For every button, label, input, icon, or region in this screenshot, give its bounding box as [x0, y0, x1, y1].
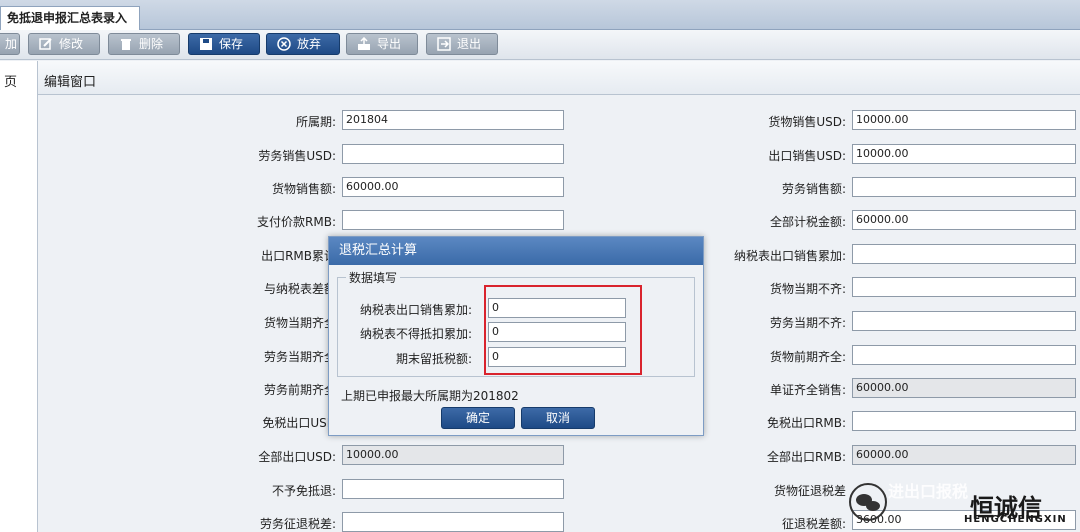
- field-label: 全部计税金额:: [769, 215, 846, 229]
- field-label: 劳务前期齐全: [263, 383, 336, 397]
- delete-button-label: 删除: [139, 37, 164, 51]
- goods-current-incomplete-input[interactable]: [852, 277, 1076, 297]
- goods-prior-complete-input[interactable]: [852, 345, 1076, 365]
- total-export-rmb-input[interactable]: 60000.00: [852, 445, 1076, 465]
- total-taxable-input[interactable]: 60000.00: [852, 210, 1076, 230]
- left-panel: 页: [0, 61, 38, 532]
- save-icon: [199, 37, 213, 51]
- cancel-circle-icon: [277, 37, 291, 51]
- dialog-field-label: 纳税表出口销售累加:: [359, 303, 472, 317]
- export-icon: [357, 36, 371, 51]
- non-exempt-input[interactable]: [342, 479, 564, 499]
- field-label: 货物销售USD:: [768, 115, 846, 129]
- tax-form-export-sum-dialog-input[interactable]: 0: [488, 298, 626, 318]
- exempt-export-rmb-input[interactable]: [852, 411, 1076, 431]
- field-label: 劳务征退税差:: [259, 517, 336, 531]
- exit-button[interactable]: 退出: [426, 33, 498, 55]
- field-label: 劳务当期齐全: [263, 350, 336, 364]
- export-button[interactable]: 导出: [346, 33, 418, 55]
- field-label: 全部出口USD:: [258, 450, 336, 464]
- field-label: 与纳税表差额: [263, 282, 336, 296]
- field-label: 劳务当期不齐:: [769, 316, 846, 330]
- field-label: 货物当期不齐:: [769, 282, 846, 296]
- service-tax-diff-input[interactable]: [342, 512, 564, 532]
- data-entry-fieldset: 数据填写 纳税表出口销售累加: 0 纳税表不得抵扣累加: 0 期末留抵税额: 0: [337, 269, 695, 377]
- wechat-logo-icon: [849, 483, 887, 521]
- field-label: 货物当期齐全: [263, 316, 336, 330]
- field-label: 征退税差额:: [781, 517, 846, 531]
- non-deductible-sum-input[interactable]: 0: [488, 322, 626, 342]
- save-button-label: 保存: [219, 37, 244, 51]
- watermark-brand-en: HENGCHENGXIN: [964, 514, 1067, 525]
- export-button-label: 导出: [377, 37, 402, 51]
- field-label: 货物征退税差: [773, 484, 846, 498]
- discard-button[interactable]: 放弃: [266, 33, 340, 55]
- edit-window-header: 编辑窗口: [38, 61, 1080, 95]
- left-panel-label: 页: [4, 75, 18, 90]
- field-label: 不予免抵退:: [271, 484, 336, 498]
- fieldset-legend: 数据填写: [346, 269, 401, 286]
- add-button-label: 加: [5, 37, 18, 51]
- field-label: 劳务销售额:: [781, 182, 846, 196]
- edit-button-label: 修改: [59, 37, 84, 51]
- watermark: 进出口报税 恒诚信 HENGCHENGXIN: [840, 472, 1080, 532]
- add-button[interactable]: 加: [0, 33, 20, 55]
- docs-complete-sales-input[interactable]: 60000.00: [852, 378, 1076, 398]
- tax-form-export-sum-input[interactable]: [852, 244, 1076, 264]
- last-period-note: 上期已申报最大所属期为201802: [341, 389, 519, 403]
- field-label: 免税出口USD: [262, 416, 336, 430]
- edit-button[interactable]: 修改: [28, 33, 100, 55]
- cancel-button[interactable]: 取消: [521, 407, 595, 429]
- exit-icon: [437, 37, 451, 51]
- trash-icon: [119, 37, 133, 51]
- service-sales-amount-input[interactable]: [852, 177, 1076, 197]
- delete-button[interactable]: 删除: [108, 33, 180, 55]
- goods-sales-usd-input[interactable]: 10000.00: [852, 110, 1076, 130]
- field-label: 全部出口RMB:: [767, 450, 846, 464]
- field-label: 货物销售额:: [271, 182, 336, 196]
- refund-summary-dialog: 退税汇总计算 数据填写 纳税表出口销售累加: 0 纳税表不得抵扣累加: 0 期末…: [328, 236, 704, 436]
- field-label: 免税出口RMB:: [767, 416, 846, 430]
- watermark-text: 进出口报税: [888, 482, 969, 501]
- goods-sales-amount-input[interactable]: 60000.00: [342, 177, 564, 197]
- field-label: 单证齐全销售:: [769, 383, 846, 397]
- period-input[interactable]: 201804: [342, 110, 564, 130]
- service-current-incomplete-input[interactable]: [852, 311, 1076, 331]
- exit-button-label: 退出: [457, 37, 482, 51]
- field-label: 出口销售USD:: [768, 149, 846, 163]
- field-label: 纳税表出口销售累加:: [733, 249, 846, 263]
- save-button[interactable]: 保存: [188, 33, 260, 55]
- field-label: 支付价款RMB:: [257, 215, 336, 229]
- tab-strip: 免抵退申报汇总表录入: [0, 0, 1080, 30]
- service-sales-usd-input[interactable]: [342, 144, 564, 164]
- edit-icon: [39, 37, 53, 51]
- payment-rmb-input[interactable]: [342, 210, 564, 230]
- dialog-field-label: 纳税表不得抵扣累加:: [359, 327, 472, 341]
- export-sales-usd-input[interactable]: 10000.00: [852, 144, 1076, 164]
- dialog-field-label: 期末留抵税额:: [395, 352, 472, 366]
- ok-button[interactable]: 确定: [441, 407, 515, 429]
- edit-window-title: 编辑窗口: [44, 75, 97, 90]
- field-label: 劳务销售USD:: [258, 149, 336, 163]
- tab-summary-entry[interactable]: 免抵退申报汇总表录入: [0, 6, 140, 30]
- dialog-title: 退税汇总计算: [329, 237, 703, 265]
- field-label: 出口RMB累计: [261, 249, 336, 263]
- field-label: 所属期:: [295, 115, 336, 129]
- toolbar: 加 修改 删除 保存 放弃 导出 退出: [0, 30, 1080, 60]
- discard-button-label: 放弃: [297, 37, 322, 51]
- total-export-usd-input[interactable]: 10000.00: [342, 445, 564, 465]
- field-label: 货物前期齐全:: [769, 350, 846, 364]
- ending-credit-input[interactable]: 0: [488, 347, 626, 367]
